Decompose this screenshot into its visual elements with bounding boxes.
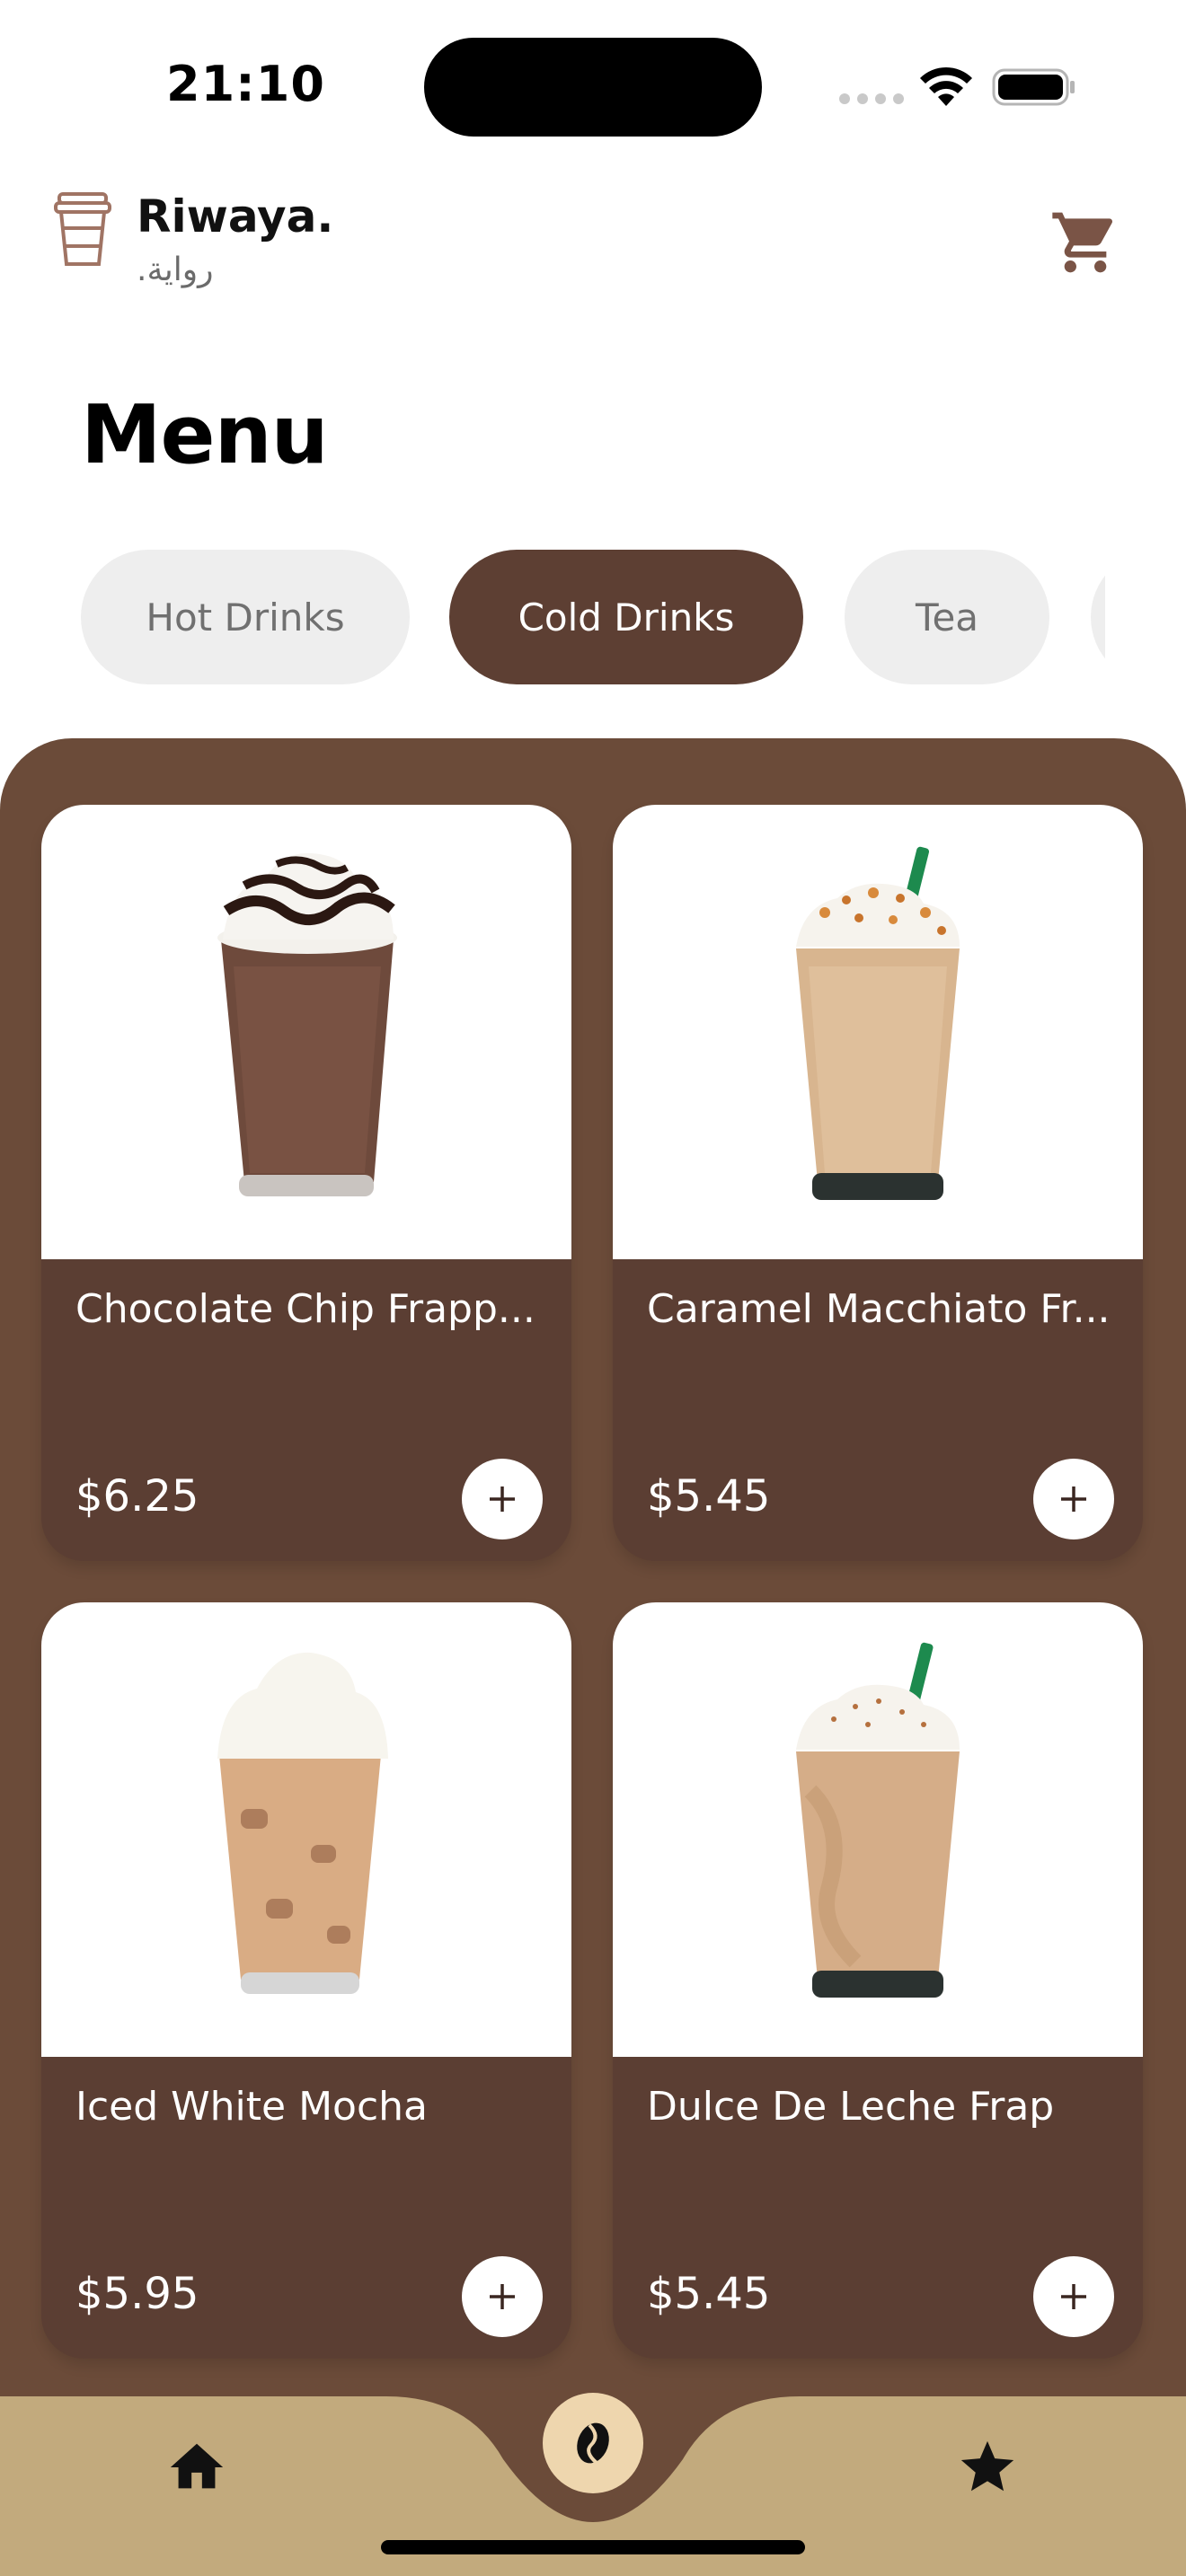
home-indicator <box>381 2540 805 2554</box>
product-card[interactable]: Caramel Macchiato Fr... $5.45 <box>613 805 1143 1561</box>
product-name: Chocolate Chip Frapp... <box>75 1286 535 1332</box>
signal-dots-icon <box>839 93 904 104</box>
add-to-cart-button[interactable] <box>1033 2256 1114 2337</box>
home-icon[interactable] <box>165 2436 228 2499</box>
category-tabs: Hot Drinks Cold Drinks Tea <box>81 550 1105 684</box>
plus-icon <box>490 1486 515 1512</box>
tab-tea[interactable]: Tea <box>845 550 1049 684</box>
iced-white-mocha-image <box>41 1602 571 2057</box>
caramel-frappuccino-image <box>613 805 1143 1259</box>
coffee-bean-icon <box>577 2422 609 2465</box>
plus-icon <box>490 2284 515 2309</box>
brand-name: Riwaya. <box>137 190 334 243</box>
product-price: $5.95 <box>75 2269 199 2319</box>
menu-panel: Chocolate Chip Frapp... $6.25 Caramel Ma… <box>0 738 1186 2576</box>
plus-icon <box>1061 2284 1086 2309</box>
dulce-de-leche-frap-image <box>613 1602 1143 2057</box>
product-price: $5.45 <box>647 2269 771 2319</box>
product-name: Iced White Mocha <box>75 2084 429 2130</box>
chocolate-frappuccino-image <box>41 805 571 1259</box>
add-to-cart-button[interactable] <box>462 2256 543 2337</box>
product-card[interactable]: Iced White Mocha $5.95 <box>41 1602 571 2359</box>
cart-icon[interactable] <box>1049 207 1121 278</box>
dynamic-island <box>424 38 762 137</box>
plus-icon <box>1061 1486 1086 1512</box>
tab-hot-drinks[interactable]: Hot Drinks <box>81 550 410 684</box>
wifi-icon <box>920 66 972 106</box>
coffee-cup-icon <box>54 192 111 266</box>
add-to-cart-button[interactable] <box>462 1459 543 1539</box>
product-card[interactable]: Dulce De Leche Frap $5.45 <box>613 1602 1143 2359</box>
product-card[interactable]: Chocolate Chip Frapp... $6.25 <box>41 805 571 1561</box>
brand-arabic-name: رواية. <box>137 251 214 288</box>
product-price: $6.25 <box>75 1471 199 1522</box>
product-name: Caramel Macchiato Fr... <box>647 1286 1111 1332</box>
battery-icon <box>992 68 1075 106</box>
star-icon[interactable] <box>956 2436 1019 2499</box>
add-to-cart-button[interactable] <box>1033 1459 1114 1539</box>
status-time: 21:10 <box>166 56 325 112</box>
tab-cold-drinks[interactable]: Cold Drinks <box>449 550 803 684</box>
tab-next-category[interactable] <box>1091 550 1105 684</box>
page-title: Menu <box>81 388 329 482</box>
coffee-bean-button[interactable] <box>543 2393 643 2493</box>
product-name: Dulce De Leche Frap <box>647 2084 1055 2130</box>
product-price: $5.45 <box>647 1471 771 1522</box>
status-bar: 21:10 <box>0 0 1186 171</box>
